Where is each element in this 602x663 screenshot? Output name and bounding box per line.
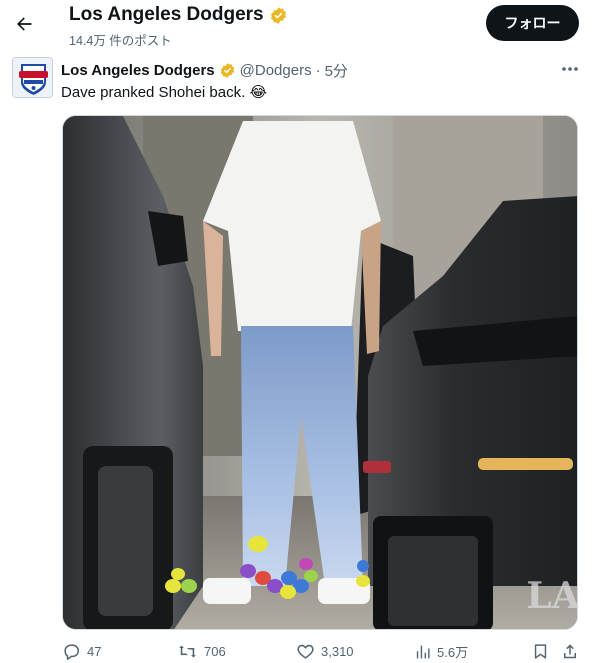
reply-button[interactable]: 47 [62,642,101,661]
header-account-name: Los Angeles Dodgers [69,4,264,25]
like-icon [297,644,314,659]
repost-count: 706 [204,644,226,659]
profile-header: Los Angeles Dodgers 14.4万 件のポスト フォロー [0,0,602,50]
bookmark-icon [534,644,547,659]
author-handle[interactable]: @Dodgers [240,62,312,79]
header-title: Los Angeles Dodgers [69,4,288,26]
views-button[interactable]: 5.6万 [414,642,468,661]
separator: · [315,62,321,79]
post-author-row: Los Angeles Dodgers @Dodgers · 5分 [61,60,348,81]
reply-icon [64,644,79,660]
back-button[interactable] [9,9,39,39]
like-count: 3,310 [321,644,354,659]
media-watermark: LA [526,575,578,617]
more-button[interactable] [556,59,584,79]
world-champions-logo [13,58,52,97]
share-icon [564,644,576,659]
repost-icon [179,645,196,658]
post-video[interactable]: LA [62,115,578,630]
post-count: 14.4万 件のポスト [69,34,172,48]
post-time[interactable]: 5分 [325,60,348,81]
like-button[interactable]: 3,310 [296,642,354,661]
author-name[interactable]: Los Angeles Dodgers [61,62,215,79]
post-text: Dave pranked Shohei back. 😂 [61,84,267,101]
avatar[interactable] [12,57,53,98]
back-arrow-icon [17,17,32,31]
views-icon [416,645,430,658]
views-count: 5.6万 [437,645,469,660]
repost-button[interactable]: 706 [177,642,226,661]
reply-count: 47 [87,644,102,659]
action-bar: 47 706 3,310 5.6万 [0,642,602,663]
follow-button[interactable]: フォロー [486,5,579,41]
video-frame: LA [63,116,578,629]
verified-badge-icon [270,6,286,24]
verified-badge-icon [220,63,234,78]
bookmark-button[interactable] [532,642,549,661]
share-button[interactable] [561,642,579,661]
more-icon [562,67,578,71]
